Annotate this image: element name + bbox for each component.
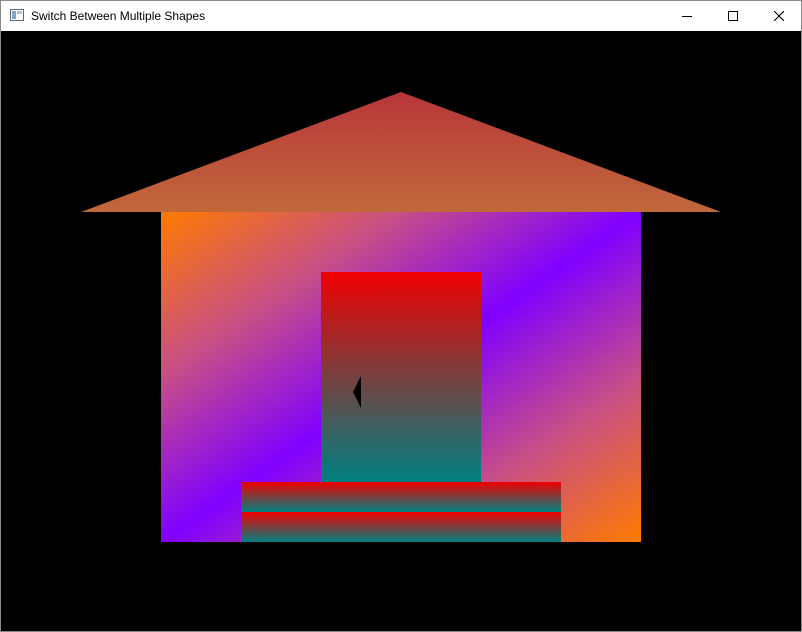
- house-step-lower: [241, 512, 561, 542]
- minimize-button[interactable]: [664, 1, 710, 31]
- window-title: Switch Between Multiple Shapes: [31, 9, 206, 23]
- maximize-icon: [728, 11, 738, 21]
- close-button[interactable]: [756, 1, 802, 31]
- house-door: [321, 272, 481, 482]
- house-step-upper: [241, 482, 561, 512]
- app-window-icon: [10, 9, 24, 21]
- title-bar[interactable]: Switch Between Multiple Shapes: [1, 1, 801, 31]
- minimize-icon: [682, 16, 692, 17]
- app-window: Switch Between Multiple Shapes: [0, 0, 802, 632]
- maximize-button[interactable]: [710, 1, 756, 31]
- render-canvas: [1, 31, 801, 631]
- close-icon: [774, 11, 784, 21]
